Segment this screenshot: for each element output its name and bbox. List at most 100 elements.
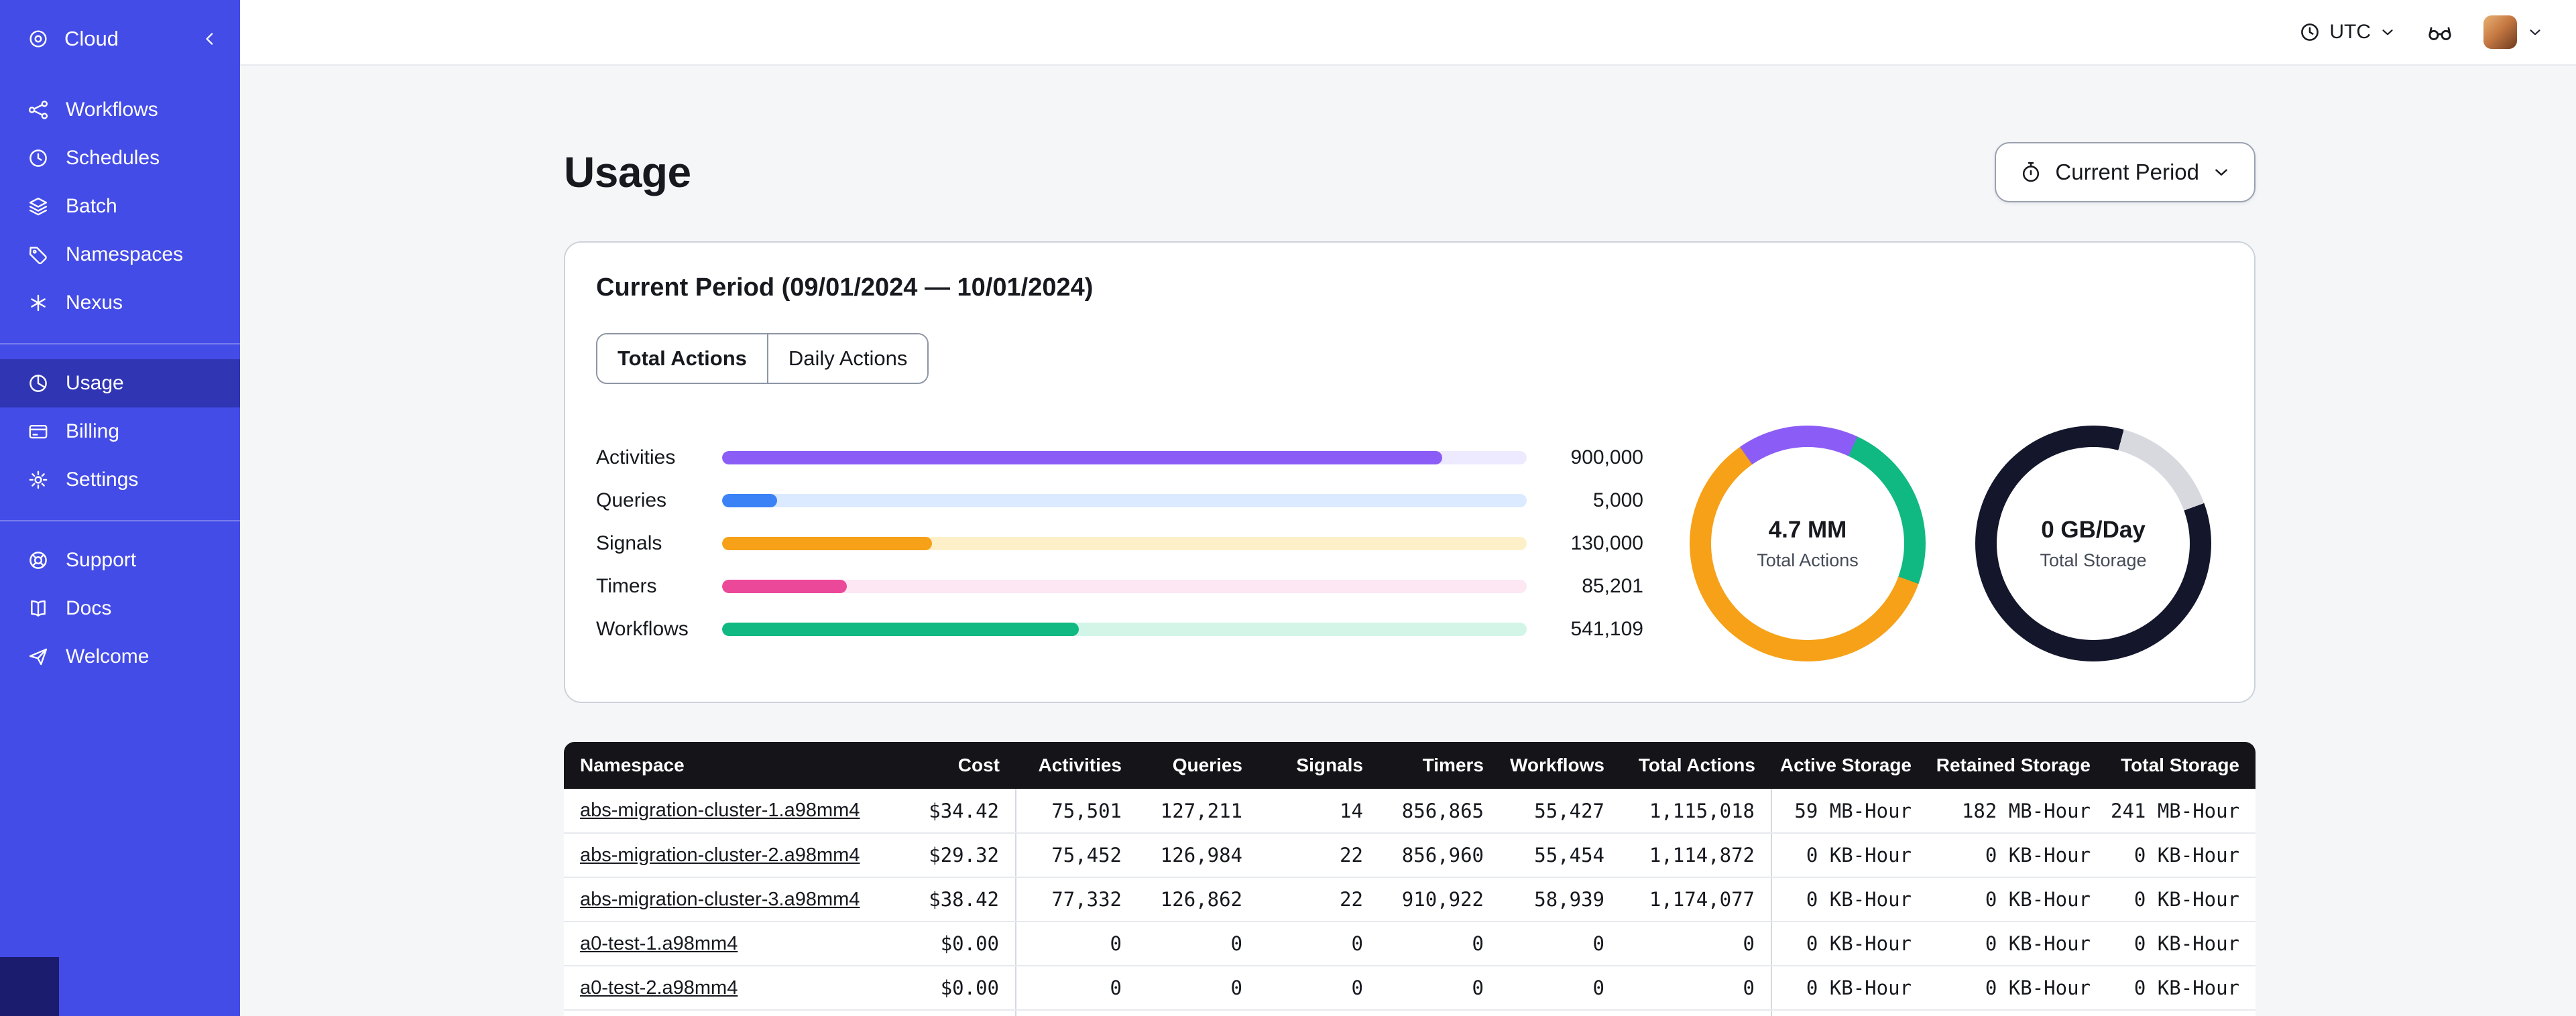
namespaces-icon bbox=[27, 243, 50, 266]
donut-center-label: Total Actions bbox=[1757, 550, 1859, 570]
sidebar-help-group: Support Docs Welcome bbox=[0, 520, 240, 689]
sidebar-item-settings[interactable]: Settings bbox=[0, 456, 240, 504]
signals-cell: 14 bbox=[1258, 789, 1379, 834]
total-actions-cell: 1,115,018 bbox=[1621, 789, 1771, 834]
sidebar-item-namespaces[interactable]: Namespaces bbox=[0, 231, 240, 279]
bar-label: Activities bbox=[596, 446, 676, 468]
docs-book-icon bbox=[27, 597, 50, 620]
namespace-link[interactable]: abs-migration-cluster-1.a98mm4 bbox=[580, 800, 860, 821]
signals-cell: 22 bbox=[1258, 833, 1379, 878]
sidebar-item-label: Workflows bbox=[66, 99, 158, 121]
sidebar-item-label: Namespaces bbox=[66, 243, 184, 265]
sidebar-nav-group: Workflows Schedules Batch Namespaces Nex… bbox=[0, 78, 240, 335]
bar-value: 85,201 bbox=[1582, 575, 1643, 597]
sidebar-item-welcome[interactable]: Welcome bbox=[0, 633, 240, 681]
cost-cell: $34.42 bbox=[886, 789, 1016, 834]
bar-label: Queries bbox=[596, 489, 667, 511]
glasses-button[interactable] bbox=[2426, 18, 2454, 46]
sidebar-item-label: Billing bbox=[66, 420, 120, 442]
queries-cell: 126,984 bbox=[1138, 833, 1258, 878]
sidebar-item-workflows[interactable]: Workflows bbox=[0, 86, 240, 134]
activities-cell: 0 bbox=[1015, 922, 1138, 966]
bar-row-queries: Queries 5,000 bbox=[596, 479, 1643, 522]
table-row: abs-migration-cluster-1.a98mm4 $34.42 75… bbox=[564, 789, 2256, 834]
bar-fill bbox=[722, 580, 847, 593]
activities-cell: 0 bbox=[1015, 1010, 1138, 1016]
tab-daily-actions[interactable]: Daily Actions bbox=[766, 334, 928, 383]
namespace-link[interactable]: a0-test-1.a98mm4 bbox=[580, 933, 738, 954]
sidebar-item-billing[interactable]: Billing bbox=[0, 407, 240, 456]
total-storage-cell: 241 MB-Hour bbox=[2107, 789, 2256, 834]
workflows-icon bbox=[27, 99, 50, 121]
cost-cell: $0.00 bbox=[886, 966, 1016, 1011]
bar-label: Timers bbox=[596, 575, 657, 597]
actions-tab-group: Total Actions Daily Actions bbox=[596, 333, 929, 384]
topbar: UTC bbox=[240, 0, 2576, 66]
bar-fill bbox=[722, 494, 777, 507]
active-storage-cell: 0 KB-Hour bbox=[1771, 922, 1928, 966]
donut-center: 4.7 MM Total Actions bbox=[1711, 447, 1904, 640]
usage-summary-card: Current Period (09/01/2024 — 10/01/2024)… bbox=[564, 241, 2256, 703]
user-avatar bbox=[2483, 15, 2517, 49]
column-header-workflows: Workflows bbox=[1500, 742, 1621, 789]
sidebar-item-nexus[interactable]: Nexus bbox=[0, 279, 240, 327]
stopwatch-icon bbox=[2019, 160, 2043, 184]
cost-cell: $29.32 bbox=[886, 833, 1016, 878]
sidebar-item-docs[interactable]: Docs bbox=[0, 584, 240, 633]
bar-row-activities: Activities 900,000 bbox=[596, 436, 1643, 479]
sidebar-item-batch[interactable]: Batch bbox=[0, 182, 240, 231]
workflows-cell: 0 bbox=[1500, 966, 1621, 1011]
retained-storage-cell: 0 KB-Hour bbox=[1928, 833, 2107, 878]
namespace-link[interactable]: abs-migration-cluster-2.a98mm4 bbox=[580, 844, 860, 866]
total-storage-cell: 0 KB-Hour bbox=[2107, 877, 2256, 922]
column-header-active-storage: Active Storage bbox=[1771, 742, 1928, 789]
total-storage-cell: 0 KB-Hour bbox=[2107, 833, 2256, 878]
namespace-cell: abs-migration-cluster-3.a98mm4 bbox=[564, 877, 886, 922]
sidebar-item-usage[interactable]: Usage bbox=[0, 359, 240, 407]
bar-value: 130,000 bbox=[1570, 532, 1643, 554]
donut-center-label: Total Storage bbox=[2040, 550, 2147, 570]
retained-storage-cell: 0 KB-Hour bbox=[1928, 966, 2107, 1011]
period-selector-button[interactable]: Current Period bbox=[1995, 142, 2256, 202]
sidebar-brand-label: Cloud bbox=[64, 27, 119, 50]
user-menu[interactable] bbox=[2483, 15, 2544, 49]
namespace-cell: a0-test-2.a98mm4 bbox=[564, 966, 886, 1011]
table-row: abs-migration-cluster-2.a98mm4 $29.32 75… bbox=[564, 833, 2256, 878]
bar-label: Signals bbox=[596, 532, 662, 554]
column-header-total-actions: Total Actions bbox=[1621, 742, 1771, 789]
total-actions-cell: 1 bbox=[1621, 1010, 1771, 1016]
column-header-timers: Timers bbox=[1379, 742, 1500, 789]
namespace-link[interactable]: abs-migration-cluster-3.a98mm4 bbox=[580, 889, 860, 910]
cost-cell: $0.00 bbox=[886, 1010, 1016, 1016]
namespace-link[interactable]: a0-test-2.a98mm4 bbox=[580, 977, 738, 999]
queries-cell: 127,211 bbox=[1138, 789, 1258, 834]
sidebar-collapse-button[interactable] bbox=[200, 29, 220, 49]
welcome-icon bbox=[27, 645, 50, 668]
signals-cell: 0 bbox=[1258, 966, 1379, 1011]
total-storage-donut: 0 GB/Day Total Storage bbox=[1975, 426, 2211, 661]
total-actions-cell: 1,174,077 bbox=[1621, 877, 1771, 922]
main-area: Usage Current Period Current Period (09/… bbox=[240, 67, 2576, 1016]
actions-bar-chart: Activities 900,000 Queries 5,000 Signals… bbox=[596, 436, 1643, 651]
bar-value: 541,109 bbox=[1570, 618, 1643, 640]
retained-storage-cell: 0 KB-Hour bbox=[1928, 877, 2107, 922]
activities-cell: 75,452 bbox=[1015, 833, 1138, 878]
sidebar-item-support[interactable]: Support bbox=[0, 536, 240, 584]
donut-center-value: 0 GB/Day bbox=[2041, 516, 2146, 543]
table-row: a0-test-1.a98mm4 $0.00 0 0 0 0 0 0 0 KB-… bbox=[564, 922, 2256, 966]
total-storage-cell: 0 KB-Hour bbox=[2107, 1010, 2256, 1016]
glasses-icon bbox=[2428, 27, 2451, 40]
namespace-cell: abs-migration-cluster-1.a98mm4 bbox=[564, 789, 886, 834]
sidebar-item-label: Settings bbox=[66, 468, 139, 491]
timezone-selector[interactable]: UTC bbox=[2298, 21, 2396, 44]
sidebar-item-schedules[interactable]: Schedules bbox=[0, 134, 240, 182]
tab-total-actions[interactable]: Total Actions bbox=[597, 334, 767, 383]
timers-cell: 0 bbox=[1379, 1010, 1500, 1016]
sidebar-item-label: Batch bbox=[66, 195, 117, 217]
queries-cell: 0 bbox=[1138, 966, 1258, 1011]
column-header-activities: Activities bbox=[1016, 742, 1138, 789]
column-header-total-storage: Total Storage bbox=[2107, 742, 2256, 789]
temporal-cloud-logo-icon bbox=[27, 27, 50, 50]
total-actions-cell: 0 bbox=[1621, 922, 1771, 966]
usage-icon bbox=[27, 372, 50, 395]
